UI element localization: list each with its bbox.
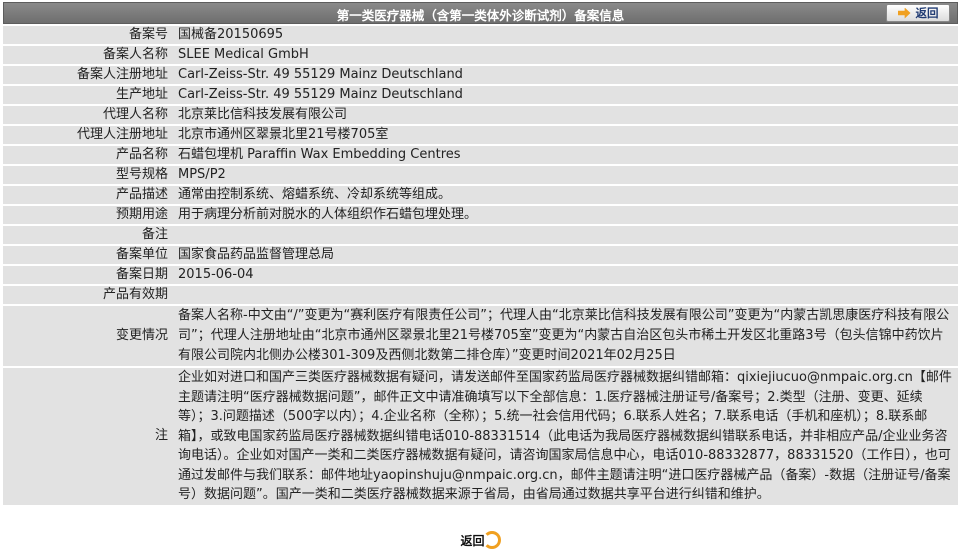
field-label: 备案人注册地址 [3, 66, 172, 84]
field-value: 国家食品药品监督管理总局 [172, 246, 958, 264]
row-product-name: 产品名称 石蜡包埋机 Paraffin Wax Embedding Centre… [3, 146, 958, 164]
row-changes: 变更情况 备案人名称-中文由“/”变更为“赛利医疗有限责任公司”；代理人由“北京… [3, 306, 958, 366]
back-button-bottom[interactable]: 返回 [460, 531, 501, 549]
field-value [172, 226, 958, 244]
row-description: 产品描述 通常由控制系统、熔蜡系统、冷却系统等组成。 [3, 186, 958, 204]
field-label: 备案人名称 [3, 46, 172, 64]
field-label: 生产地址 [3, 86, 172, 104]
field-value: 用于病理分析前对脱水的人体组织作石蜡包埋处理。 [172, 206, 958, 224]
record-page: 第一类医疗器械（含第一类体外诊断试剂）备案信息 返回 备案号 国械备201506… [3, 2, 958, 549]
field-value: 国械备20150695 [172, 26, 958, 44]
back-button-label: 返回 [460, 533, 485, 548]
page-title: 第一类医疗器械（含第一类体外诊断试剂）备案信息 [336, 8, 625, 23]
back-button-label: 返回 [915, 6, 939, 20]
field-label: 型号规格 [3, 166, 172, 184]
row-validity: 产品有效期 [3, 286, 958, 304]
row-filer-name: 备案人名称 SLEE Medical GmbH [3, 46, 958, 64]
row-agent-name: 代理人名称 北京莱比信科技发展有限公司 [3, 106, 958, 124]
field-value: 企业如对进口和国产三类医疗器械数据有疑问，请发送邮件至国家药监局医疗器械数据纠错… [172, 368, 958, 505]
field-value: 2015-06-04 [172, 266, 958, 284]
field-label: 备案号 [3, 26, 172, 44]
field-value: 备案人名称-中文由“/”变更为“赛利医疗有限责任公司”；代理人由“北京莱比信科技… [172, 306, 958, 366]
field-label: 注 [3, 368, 172, 505]
row-remarks: 备注 [3, 226, 958, 244]
field-label: 备案日期 [3, 266, 172, 284]
field-label: 产品有效期 [3, 286, 172, 304]
row-filer-address: 备案人注册地址 Carl-Zeiss-Str. 49 55129 Mainz D… [3, 66, 958, 84]
row-filing-unit: 备案单位 国家食品药品监督管理总局 [3, 246, 958, 264]
circle-arrow-icon [482, 531, 501, 549]
bottom-bar: 返回 [3, 531, 958, 549]
field-label: 备注 [3, 226, 172, 244]
field-label: 备案单位 [3, 246, 172, 264]
field-value: MPS/P2 [172, 166, 958, 184]
row-filing-date: 备案日期 2015-06-04 [3, 266, 958, 284]
field-label: 预期用途 [3, 206, 172, 224]
row-record-number: 备案号 国械备20150695 [3, 26, 958, 44]
field-value: SLEE Medical GmbH [172, 46, 958, 64]
field-label: 变更情况 [3, 306, 172, 366]
field-value [172, 286, 958, 304]
arrow-right-icon [897, 7, 911, 19]
field-value: 通常由控制系统、熔蜡系统、冷却系统等组成。 [172, 186, 958, 204]
field-value: Carl-Zeiss-Str. 49 55129 Mainz Deutschla… [172, 86, 958, 104]
row-note: 注 企业如对进口和国产三类医疗器械数据有疑问，请发送邮件至国家药监局医疗器械数据… [3, 368, 958, 505]
row-intended-use: 预期用途 用于病理分析前对脱水的人体组织作石蜡包埋处理。 [3, 206, 958, 224]
field-label: 产品名称 [3, 146, 172, 164]
title-bar: 第一类医疗器械（含第一类体外诊断试剂）备案信息 返回 [3, 2, 958, 24]
row-agent-address: 代理人注册地址 北京市通州区翠景北里21号楼705室 [3, 126, 958, 144]
record-table: 备案号 国械备20150695 备案人名称 SLEE Medical GmbH … [3, 24, 958, 507]
row-production-address: 生产地址 Carl-Zeiss-Str. 49 55129 Mainz Deut… [3, 86, 958, 104]
field-value: Carl-Zeiss-Str. 49 55129 Mainz Deutschla… [172, 66, 958, 84]
field-value: 北京莱比信科技发展有限公司 [172, 106, 958, 124]
back-button-top[interactable]: 返回 [886, 4, 950, 22]
field-label: 产品描述 [3, 186, 172, 204]
row-model: 型号规格 MPS/P2 [3, 166, 958, 184]
field-label: 代理人注册地址 [3, 126, 172, 144]
field-label: 代理人名称 [3, 106, 172, 124]
field-value: 北京市通州区翠景北里21号楼705室 [172, 126, 958, 144]
field-value: 石蜡包埋机 Paraffin Wax Embedding Centres [172, 146, 958, 164]
